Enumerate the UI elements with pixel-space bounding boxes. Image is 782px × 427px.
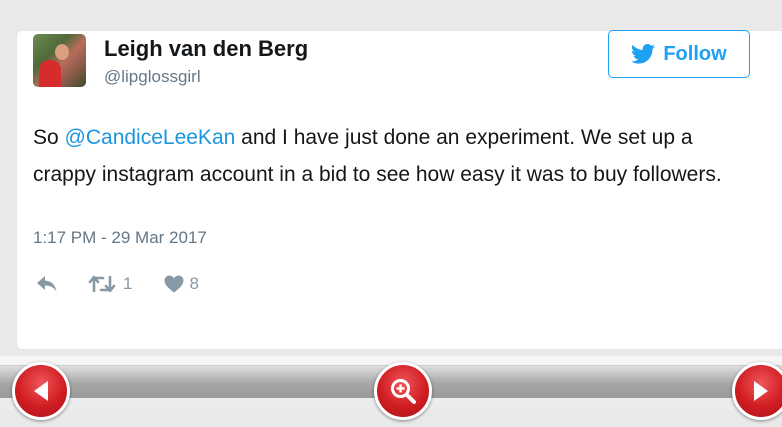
- retweet-button[interactable]: 1: [88, 274, 132, 294]
- heart-icon: [164, 275, 184, 293]
- avatar-face: [55, 44, 69, 60]
- reply-icon: [37, 276, 57, 292]
- mention-link[interactable]: @CandiceLeeKan: [65, 126, 236, 149]
- tweet-text-start: So: [33, 126, 65, 149]
- previous-button[interactable]: [12, 362, 70, 420]
- author-handle[interactable]: @lipglossgirl: [104, 67, 201, 87]
- follow-label: Follow: [663, 42, 727, 65]
- next-button[interactable]: [732, 362, 782, 420]
- tweet-actions: 1 8: [36, 272, 199, 296]
- zoom-icon: [391, 379, 416, 404]
- arrow-right-icon: [754, 381, 768, 401]
- author-name[interactable]: Leigh van den Berg: [104, 36, 308, 62]
- like-button[interactable]: 8: [164, 274, 199, 294]
- arrow-left-icon: [34, 381, 48, 401]
- retweet-icon: [88, 275, 116, 293]
- tweet-text: So @CandiceLeeKan and I have just done a…: [33, 119, 753, 193]
- retweet-count: 1: [123, 274, 133, 293]
- follow-button[interactable]: Follow: [608, 30, 750, 78]
- avatar-shirt: [39, 60, 61, 87]
- zoom-button[interactable]: [374, 362, 432, 420]
- tweet-timestamp[interactable]: 1:17 PM - 29 Mar 2017: [33, 228, 207, 248]
- reply-button[interactable]: [36, 275, 58, 293]
- avatar[interactable]: [33, 34, 86, 87]
- like-count: 8: [189, 274, 199, 293]
- twitter-bird-icon: [631, 44, 656, 64]
